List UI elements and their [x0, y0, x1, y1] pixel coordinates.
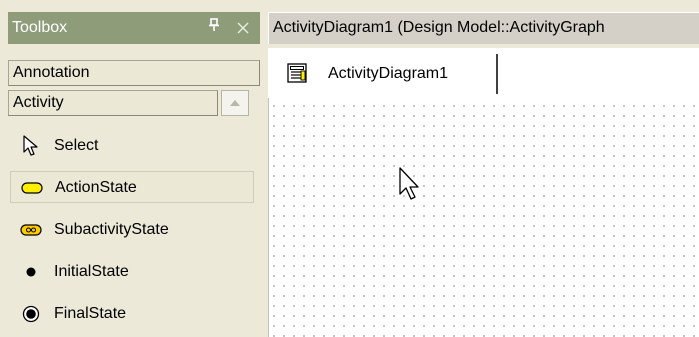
tool-subactivity-state-label: SubactivityState — [54, 221, 169, 238]
diagram-document-icon — [286, 62, 308, 84]
tool-select[interactable]: Select — [10, 130, 254, 162]
pin-icon[interactable] — [204, 12, 224, 44]
toolbox-title-bar[interactable]: Toolbox — [8, 12, 260, 44]
tool-action-state[interactable]: ActionState — [10, 171, 254, 203]
tool-subactivity-state[interactable]: SubactivityState — [10, 214, 254, 246]
tab-activity-diagram-label: ActivityDiagram1 — [328, 65, 449, 82]
tool-select-label: Select — [54, 137, 99, 154]
tool-final-state-label: FinalState — [54, 305, 127, 322]
initial-state-icon — [20, 262, 42, 282]
category-annotation[interactable]: Annotation — [8, 60, 260, 86]
scroll-up-arrow-icon — [230, 100, 240, 106]
category-activity[interactable]: Activity — [8, 90, 218, 116]
tab-activity-diagram[interactable]: ActivityDiagram1 — [276, 54, 498, 94]
final-state-icon — [20, 304, 42, 324]
mouse-pointer-icon — [398, 166, 422, 204]
toolbox-title: Toolbox — [12, 19, 68, 36]
action-state-icon — [21, 178, 43, 198]
document-title-bar[interactable]: ActivityDiagram1 (Design Model::Activity… — [268, 12, 699, 44]
tool-action-state-label: ActionState — [55, 179, 137, 196]
scroll-up-button[interactable] — [221, 90, 249, 116]
subactivity-state-icon — [20, 220, 42, 240]
tool-initial-state-label: InitialState — [54, 263, 129, 280]
tool-final-state[interactable]: FinalState — [10, 298, 254, 330]
close-icon[interactable] — [233, 12, 253, 44]
tool-initial-state[interactable]: InitialState — [10, 256, 254, 288]
toolbox-panel: Toolbox Annotation Activity Select Actio… — [0, 0, 262, 337]
pointer-arrow-icon — [20, 135, 42, 156]
